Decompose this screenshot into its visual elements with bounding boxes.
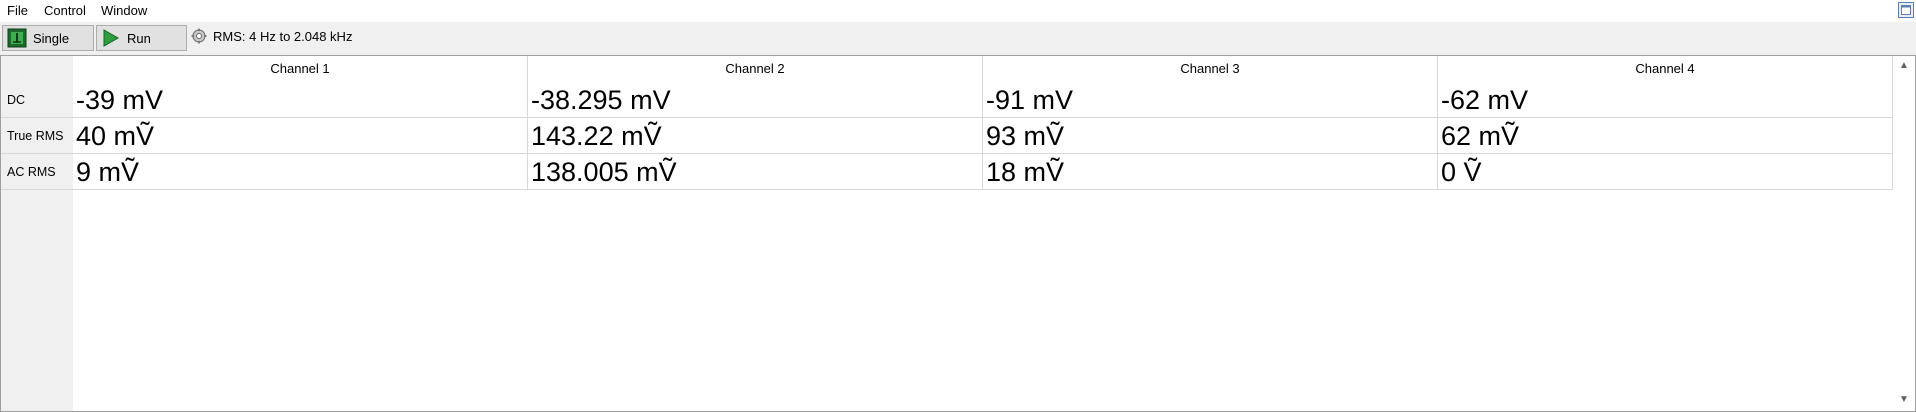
single-label: Single <box>33 30 70 46</box>
column-header-channel-3[interactable]: Channel 3 <box>983 56 1438 82</box>
table-cell[interactable]: -38.295 mV <box>528 82 983 118</box>
scroll-up-icon[interactable]: ▲ <box>1899 60 1909 71</box>
column-header-channel-4[interactable]: Channel 4 <box>1438 56 1893 82</box>
window-restore-icon[interactable] <box>1898 2 1914 18</box>
play-icon <box>103 29 120 47</box>
toolbar: Single Run RMS: 4 Hz to 2.048 kHz <box>0 22 1916 56</box>
menu-file[interactable]: File <box>7 3 28 18</box>
rms-info-label: RMS: 4 Hz to 2.048 kHz <box>213 28 353 44</box>
single-button[interactable]: Single <box>2 25 94 51</box>
menu-control[interactable]: Control <box>44 3 86 18</box>
column-header-channel-2[interactable]: Channel 2 <box>528 56 983 82</box>
table-cell[interactable]: -91 mV <box>983 82 1438 118</box>
row-header-true-rms[interactable]: True RMS <box>1 118 73 154</box>
scroll-down-icon[interactable]: ▼ <box>1899 394 1909 405</box>
table-cell[interactable]: 0 Ṽ <box>1438 154 1893 190</box>
column-header-channel-1[interactable]: Channel 1 <box>73 56 528 82</box>
gear-icon <box>191 28 207 44</box>
table-cell[interactable]: 143.22 mṼ <box>528 118 983 154</box>
vertical-scrollbar[interactable]: ▲ ▼ <box>1893 56 1915 411</box>
run-button[interactable]: Run <box>96 25 187 51</box>
single-shot-icon <box>7 28 27 48</box>
table-cell[interactable]: 138.005 mṼ <box>528 154 983 190</box>
table-cell[interactable]: 18 mṼ <box>983 154 1438 190</box>
table-corner <box>1 56 73 82</box>
table-cell[interactable]: -39 mV <box>73 82 528 118</box>
row-header-ac-rms[interactable]: AC RMS <box>1 154 73 190</box>
menu-window[interactable]: Window <box>101 3 147 18</box>
table-cell[interactable]: -62 mV <box>1438 82 1893 118</box>
table-cell[interactable]: 62 mṼ <box>1438 118 1893 154</box>
table-cell[interactable]: 40 mṼ <box>73 118 528 154</box>
menu-bar: File Control Window <box>0 0 1916 22</box>
measurement-table: Channel 1 Channel 2 Channel 3 Channel 4 … <box>0 55 1916 412</box>
rms-settings[interactable]: RMS: 4 Hz to 2.048 kHz <box>191 28 352 44</box>
run-label: Run <box>127 30 151 46</box>
table-cell[interactable]: 9 mṼ <box>73 154 528 190</box>
row-header-dc[interactable]: DC <box>1 82 73 118</box>
table-cell[interactable]: 93 mṼ <box>983 118 1438 154</box>
